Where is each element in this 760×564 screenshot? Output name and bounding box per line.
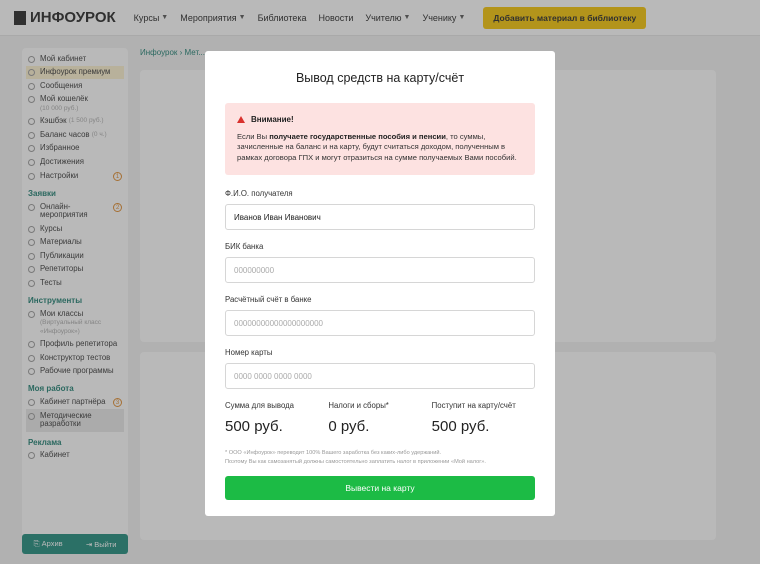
modal-title: Вывод средств на карту/счёт <box>295 71 465 85</box>
warning-alert: Внимание! Если Вы получаете государствен… <box>225 103 535 176</box>
alert-title: Внимание! <box>251 115 294 124</box>
bik-field[interactable]: 000000000 <box>225 257 535 284</box>
sums-row: Сумма для вывода 500 руб. Налоги и сборы… <box>225 401 535 435</box>
receive-label: Поступит на карту/счёт <box>431 401 516 411</box>
bik-label: БИК банка <box>225 242 264 252</box>
card-field[interactable]: 0000 0000 0000 0000 <box>225 363 535 390</box>
fio-label: Ф.И.О. получателя <box>225 189 293 199</box>
sum-value: 500 руб. <box>225 418 283 436</box>
warning-icon <box>237 116 245 123</box>
account-label: Расчётный счёт в банке <box>225 295 312 305</box>
account-field[interactable]: 00000000000000000000 <box>225 310 535 337</box>
withdraw-modal: Вывод средств на карту/счёт Внимание! Ес… <box>205 51 555 516</box>
card-label: Номер карты <box>225 348 273 358</box>
tax-value: 0 руб. <box>328 418 370 436</box>
withdraw-button[interactable]: Вывести на карту <box>225 476 535 501</box>
receive-value: 500 руб. <box>431 418 490 436</box>
alert-text: Если Вы получаете государственные пособи… <box>237 132 517 162</box>
sum-label: Сумма для вывода <box>225 401 295 411</box>
tax-label: Налоги и сборы* <box>328 401 389 411</box>
fio-field[interactable]: Иванов Иван Иванович <box>225 204 535 231</box>
tax-note: * ООО «Инфоурок» переводит 100% Вашего з… <box>225 450 486 465</box>
